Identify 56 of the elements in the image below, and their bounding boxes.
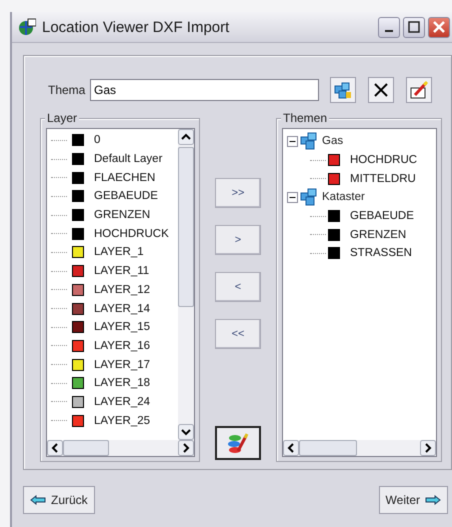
- left-arrow-icon: [30, 495, 46, 505]
- transfer-button[interactable]: <: [215, 272, 261, 302]
- transfer-button[interactable]: >: [215, 225, 261, 255]
- layer-item[interactable]: HOCHDRUC: [287, 150, 436, 170]
- expander-icon[interactable]: [287, 136, 298, 147]
- layer-item[interactable]: HOCHDRUCK: [47, 224, 178, 244]
- delete-button[interactable]: [368, 77, 394, 103]
- maximize-icon: [408, 21, 420, 33]
- layer-item[interactable]: LAYER_25: [47, 411, 178, 430]
- theme-node[interactable]: Gas: [287, 132, 436, 151]
- maximize-button[interactable]: [403, 16, 425, 38]
- layer-item[interactable]: LAYER_15: [47, 318, 178, 337]
- layer-item[interactable]: LAYER_18: [47, 374, 178, 393]
- back-button[interactable]: Zurück: [23, 486, 95, 514]
- close-button[interactable]: [428, 16, 450, 38]
- layer-item[interactable]: GEBAEUDE: [287, 206, 436, 226]
- minimize-icon: [385, 30, 393, 32]
- transfer-button[interactable]: <<: [215, 319, 261, 349]
- layer-item[interactable]: GRENZEN: [47, 206, 178, 224]
- paint-icon: [227, 432, 249, 454]
- layer-item[interactable]: LAYER_14: [47, 299, 178, 318]
- layer-item[interactable]: LAYER_11: [47, 262, 178, 280]
- group-title: Layer: [45, 111, 80, 125]
- transfer-button[interactable]: >>: [215, 178, 261, 208]
- window-title: Location Viewer DXF Import: [42, 18, 230, 36]
- next-button[interactable]: Weiter: [378, 486, 448, 514]
- globe-icon: [18, 18, 36, 36]
- style-button[interactable]: [215, 426, 261, 460]
- layer-item[interactable]: GRENZEN: [287, 225, 436, 244]
- edit-button[interactable]: [406, 77, 432, 103]
- expander-icon[interactable]: [287, 192, 298, 203]
- layer-item[interactable]: LAYER_16: [47, 336, 178, 356]
- layer-item[interactable]: LAYER_17: [47, 355, 178, 374]
- group-title: Themen: [281, 111, 330, 125]
- close-icon: [433, 21, 445, 33]
- layer-item[interactable]: 0: [47, 131, 178, 150]
- layer-item[interactable]: MITTELDRU: [287, 169, 436, 188]
- layer-item[interactable]: LAYER_1: [47, 243, 178, 262]
- theme-node[interactable]: Kataster: [287, 188, 436, 207]
- close-icon: [373, 82, 389, 98]
- layer-item[interactable]: Default Layer: [47, 150, 178, 168]
- layer-item[interactable]: FLAECHEN: [47, 168, 178, 188]
- horizontal-scrollbar[interactable]: [47, 440, 194, 456]
- layer-item[interactable]: GEBAEUDE: [47, 187, 178, 206]
- vertical-scrollbar[interactable]: [178, 129, 194, 440]
- layer-item[interactable]: LAYER_24: [47, 392, 178, 412]
- horizontal-scrollbar[interactable]: [283, 440, 436, 456]
- right-arrow-icon: [425, 495, 441, 505]
- minimize-button[interactable]: [378, 16, 400, 38]
- layer-item[interactable]: STRASSEN: [287, 244, 436, 263]
- layer-item[interactable]: LAYER_12: [47, 280, 178, 300]
- thema-field[interactable]: Gas: [90, 79, 319, 101]
- pencil-icon: [409, 80, 429, 100]
- cubes-icon: [333, 80, 353, 100]
- thema-label: Thema: [47, 83, 86, 97]
- add-theme-button[interactable]: [330, 77, 356, 103]
